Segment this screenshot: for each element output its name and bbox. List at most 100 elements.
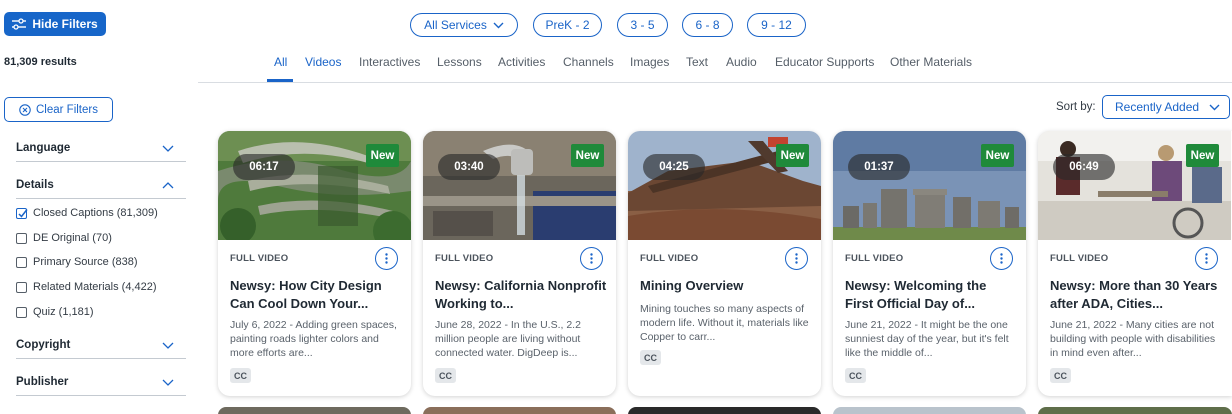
checkbox[interactable] bbox=[16, 232, 27, 244]
tab-videos[interactable]: Videos bbox=[305, 55, 341, 69]
divider bbox=[16, 161, 186, 162]
tab-lessons[interactable]: Lessons bbox=[437, 55, 482, 69]
filter-de-original[interactable]: DE Original (70) bbox=[16, 230, 112, 246]
facet-title: Copyright bbox=[16, 339, 71, 351]
video-duration: 01:37 bbox=[848, 154, 910, 180]
grade-pill-label: PreK - 2 bbox=[545, 18, 590, 32]
facet-copyright[interactable]: Copyright bbox=[16, 333, 186, 359]
checkbox[interactable] bbox=[16, 256, 27, 268]
tab-text[interactable]: Text bbox=[686, 55, 708, 69]
resource-type: FULL VIDEO bbox=[435, 253, 494, 264]
resource-type: FULL VIDEO bbox=[230, 253, 289, 264]
checkbox[interactable] bbox=[16, 306, 27, 318]
facet-publisher[interactable]: Publisher bbox=[16, 370, 186, 396]
video-thumbnail[interactable]: 06:17 New bbox=[218, 131, 411, 240]
resource-card[interactable]: 01:37 New FULL VIDEO Newsy: Welcoming th… bbox=[833, 131, 1026, 396]
filter-label: Related Materials (4,422) bbox=[33, 281, 157, 293]
filter-primary-source[interactable]: Primary Source (838) bbox=[16, 254, 138, 270]
next-row-card[interactable] bbox=[1038, 407, 1232, 414]
resource-description: Mining touches so many aspects of modern… bbox=[640, 303, 809, 343]
video-thumbnail[interactable]: 06:49 New bbox=[1038, 131, 1231, 240]
video-duration: 03:40 bbox=[438, 154, 500, 180]
resource-description: July 6, 2022 - Adding green spaces, pain… bbox=[230, 319, 397, 359]
circle-x-icon bbox=[19, 103, 31, 116]
checkmark-icon bbox=[18, 208, 28, 218]
checkbox-checked[interactable] bbox=[16, 207, 28, 219]
filter-quiz[interactable]: Quiz (1,181) bbox=[16, 304, 94, 320]
next-row-card[interactable] bbox=[628, 407, 821, 414]
sort-select[interactable]: Recently Added bbox=[1102, 95, 1230, 119]
grade-pill-6-8[interactable]: 6 - 8 bbox=[682, 13, 733, 37]
resource-title[interactable]: Newsy: Welcoming the First Official Day … bbox=[845, 277, 1017, 313]
resource-title[interactable]: Newsy: More than 30 Years after ADA, Cit… bbox=[1050, 277, 1222, 313]
vertical-dots-icon bbox=[590, 253, 593, 264]
more-options-button[interactable] bbox=[990, 247, 1013, 270]
chevron-down-icon bbox=[493, 22, 504, 28]
video-duration: 04:25 bbox=[643, 154, 705, 180]
sliders-icon bbox=[12, 18, 27, 30]
hide-filters-label: Hide Filters bbox=[32, 17, 98, 31]
checkbox[interactable] bbox=[16, 281, 27, 293]
next-row-card[interactable] bbox=[833, 407, 1026, 414]
video-thumbnail[interactable]: 01:37 New bbox=[833, 131, 1026, 240]
grade-pill-prek-2[interactable]: PreK - 2 bbox=[533, 13, 602, 37]
video-thumbnail[interactable]: 03:40 New bbox=[423, 131, 616, 240]
filter-related-materials[interactable]: Related Materials (4,422) bbox=[16, 279, 157, 295]
resource-title[interactable]: Newsy: California Nonprofit Working to..… bbox=[435, 277, 607, 313]
vertical-dots-icon bbox=[385, 253, 388, 264]
tab-activities[interactable]: Activities bbox=[498, 55, 545, 69]
facet-title: Details bbox=[16, 179, 54, 191]
vertical-dots-icon bbox=[795, 253, 798, 264]
resource-card[interactable]: 06:17 New FULL VIDEO Newsy: How City Des… bbox=[218, 131, 411, 396]
more-options-button[interactable] bbox=[375, 247, 398, 270]
grade-pill-label: 3 - 5 bbox=[630, 18, 655, 32]
clear-filters-label: Clear Filters bbox=[36, 103, 98, 116]
video-thumbnail[interactable]: 04:25 New bbox=[628, 131, 821, 240]
closed-captions-tag: CC bbox=[435, 368, 456, 383]
next-row-card[interactable] bbox=[218, 407, 411, 414]
divider bbox=[16, 395, 186, 396]
resource-type: FULL VIDEO bbox=[1050, 253, 1109, 264]
hide-filters-button[interactable]: Hide Filters bbox=[4, 12, 106, 36]
tab-images[interactable]: Images bbox=[630, 55, 669, 69]
clear-filters-button[interactable]: Clear Filters bbox=[4, 97, 113, 122]
video-duration: 06:17 bbox=[233, 154, 295, 180]
tab-educator-supports[interactable]: Educator Supports bbox=[775, 55, 874, 69]
resource-title[interactable]: Newsy: How City Design Can Cool Down You… bbox=[230, 277, 402, 313]
new-badge: New bbox=[571, 144, 604, 167]
resource-type: FULL VIDEO bbox=[640, 253, 699, 264]
tab-audio[interactable]: Audio bbox=[726, 55, 757, 69]
sort-label: Sort by: bbox=[1056, 101, 1096, 113]
facet-details[interactable]: Details bbox=[16, 173, 186, 199]
resource-title[interactable]: Mining Overview bbox=[640, 277, 812, 295]
more-options-button[interactable] bbox=[580, 247, 603, 270]
resource-card[interactable]: 04:25 New FULL VIDEO Mining Overview Min… bbox=[628, 131, 821, 396]
chevron-down-icon bbox=[1209, 104, 1220, 110]
grade-pill-9-12[interactable]: 9 - 12 bbox=[747, 13, 806, 37]
closed-captions-tag: CC bbox=[640, 350, 661, 365]
sort-value: Recently Added bbox=[1115, 100, 1200, 114]
resource-card[interactable]: 03:40 New FULL VIDEO Newsy: California N… bbox=[423, 131, 616, 396]
closed-captions-tag: CC bbox=[845, 368, 866, 383]
tab-channels[interactable]: Channels bbox=[563, 55, 614, 69]
chevron-down-icon bbox=[162, 145, 174, 152]
facet-language[interactable]: Language bbox=[16, 136, 186, 162]
resource-card[interactable]: 06:49 New FULL VIDEO Newsy: More than 30… bbox=[1038, 131, 1232, 396]
more-options-button[interactable] bbox=[1195, 247, 1218, 270]
tabs-divider bbox=[198, 82, 1232, 83]
tab-other-materials[interactable]: Other Materials bbox=[890, 55, 972, 69]
more-options-button[interactable] bbox=[785, 247, 808, 270]
filter-closed-captions[interactable]: Closed Captions (81,309) bbox=[16, 205, 158, 221]
filter-label: DE Original (70) bbox=[33, 232, 112, 244]
closed-captions-tag: CC bbox=[230, 368, 251, 383]
resource-description: June 21, 2022 - It might be the one sunn… bbox=[845, 319, 1009, 359]
chevron-down-icon bbox=[162, 342, 174, 349]
next-row-card[interactable] bbox=[423, 407, 616, 414]
tab-all[interactable]: All bbox=[274, 55, 287, 69]
grade-pill-label: 9 - 12 bbox=[761, 18, 792, 32]
grade-pill-3-5[interactable]: 3 - 5 bbox=[617, 13, 668, 37]
divider bbox=[16, 198, 186, 199]
all-services-select[interactable]: All Services bbox=[410, 13, 518, 37]
closed-captions-tag: CC bbox=[1050, 368, 1071, 383]
tab-interactives[interactable]: Interactives bbox=[359, 55, 420, 69]
